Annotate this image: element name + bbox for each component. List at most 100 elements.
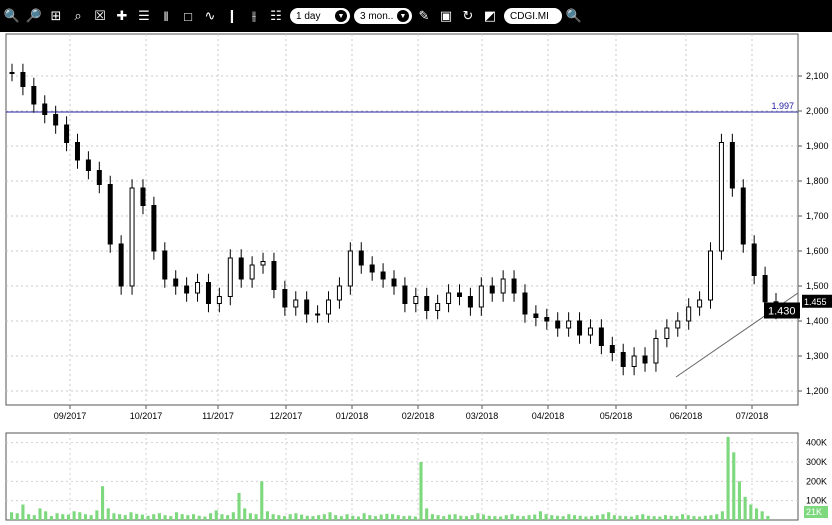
volume-bar <box>260 481 264 520</box>
volume-bar <box>209 513 213 520</box>
price-tick-label: 1,500 <box>806 281 829 291</box>
volume-bar <box>749 504 753 520</box>
volume-bar <box>646 515 651 520</box>
candle-body <box>740 187 746 245</box>
volume-bar <box>157 513 161 520</box>
volume-bar <box>442 516 446 520</box>
candle-body <box>456 292 462 297</box>
candle-body <box>751 243 757 276</box>
last-volume-label: 21K <box>806 507 822 517</box>
volume-bar <box>356 516 361 520</box>
volume-bar <box>174 512 179 520</box>
volume-bar <box>44 511 48 520</box>
interval-value: 1 day <box>296 10 321 22</box>
candle-body <box>369 264 375 273</box>
volume-bar <box>282 516 287 520</box>
volume-bar <box>368 515 372 520</box>
x-tick-label: 09/2017 <box>54 411 87 421</box>
candle-body <box>413 296 419 304</box>
volume-bar <box>544 514 548 520</box>
zoom-box-icon[interactable]: ⌕ <box>68 6 88 26</box>
candle-body <box>642 355 648 364</box>
volume-bar <box>499 516 503 520</box>
candle-body <box>205 282 211 304</box>
x-tick-label: 01/2018 <box>336 411 369 421</box>
volume-bar <box>277 515 281 520</box>
x-tick-label: 06/2018 <box>670 411 703 421</box>
zoom-out-icon[interactable]: 🔎 <box>24 6 44 26</box>
ohlc-icon[interactable]: ⫲ <box>244 6 264 26</box>
volume-bar <box>521 516 525 520</box>
candle-body <box>293 299 299 308</box>
volume-bar <box>447 514 451 520</box>
volume-bar <box>10 512 14 520</box>
volume-bar <box>328 512 332 520</box>
line-chart-icon[interactable]: ∿ <box>200 6 220 26</box>
volume-bar <box>618 515 622 520</box>
candle-body <box>42 103 48 115</box>
zoom-fit-icon[interactable]: ⊞ <box>46 6 66 26</box>
list-icon[interactable]: ☰ <box>134 6 154 26</box>
volume-bar <box>413 516 417 520</box>
candle-body <box>118 243 124 287</box>
candle-body <box>249 264 255 280</box>
candle-body <box>271 261 277 290</box>
candle-body <box>762 275 768 303</box>
interval-dropdown[interactable]: 1 day ▼ <box>290 8 350 24</box>
symbol-field[interactable]: CDGI.MI <box>504 8 562 24</box>
refresh-icon[interactable]: ↻ <box>458 6 478 26</box>
bars-icon[interactable]: ‖ <box>156 6 176 26</box>
candle-body <box>402 285 408 304</box>
candle-body <box>9 72 15 74</box>
price-tick-label: 1,200 <box>806 386 829 396</box>
volume-bar <box>715 514 719 520</box>
volume-bar <box>641 514 645 520</box>
volume-bar <box>38 508 42 520</box>
volume-bar <box>334 515 338 520</box>
volume-tick-label: 200K <box>806 476 827 486</box>
volume-bar <box>481 514 486 520</box>
volume-bar <box>550 515 554 520</box>
volume-bar <box>226 515 230 520</box>
candlestick-icon[interactable]: ❙ <box>222 6 242 26</box>
zoom-in-icon[interactable]: 🔍 <box>2 6 22 26</box>
zoom-reset-icon[interactable]: ☒ <box>90 6 110 26</box>
volume-bar <box>135 513 139 520</box>
volume-bar <box>55 513 59 520</box>
color-icon[interactable]: ◩ <box>480 6 500 26</box>
volume-bar <box>339 516 343 520</box>
volume-bar <box>391 514 395 520</box>
candle-body <box>446 292 452 304</box>
candle-body <box>64 124 70 143</box>
candle-body <box>129 187 135 287</box>
draw-icon[interactable]: ✎ <box>414 6 434 26</box>
volume-bar <box>203 516 207 520</box>
volume-bar <box>612 515 616 520</box>
x-tick-label: 12/2017 <box>270 411 303 421</box>
range-value: 3 mon.. <box>360 10 394 22</box>
volume-bar <box>214 510 218 520</box>
candle-body <box>184 285 190 294</box>
candle-body <box>467 296 473 308</box>
volume-bar <box>27 514 31 520</box>
indicators-icon[interactable]: ☷ <box>266 6 286 26</box>
save-icon[interactable]: ▣ <box>436 6 456 26</box>
range-dropdown[interactable]: 3 mon.. ▼ <box>354 8 412 24</box>
crosshair-icon[interactable]: ✚ <box>112 6 132 26</box>
volume-bar <box>607 512 611 520</box>
volume-bar <box>624 516 628 520</box>
volume-bar <box>590 516 594 520</box>
volume-bar <box>311 516 315 520</box>
volume-tick-label: 100K <box>806 496 827 506</box>
volume-bar <box>686 515 690 520</box>
candle-body <box>729 142 735 189</box>
rectangle-icon[interactable]: □ <box>178 6 198 26</box>
candle-body <box>620 352 626 367</box>
price-tick-label: 1,400 <box>806 316 829 326</box>
volume-bar <box>629 516 633 520</box>
volume-bar <box>663 515 668 520</box>
candle-body <box>216 296 222 304</box>
volume-bar <box>237 492 241 520</box>
volume-bar <box>692 516 696 520</box>
search-icon[interactable]: 🔍 <box>564 6 584 26</box>
